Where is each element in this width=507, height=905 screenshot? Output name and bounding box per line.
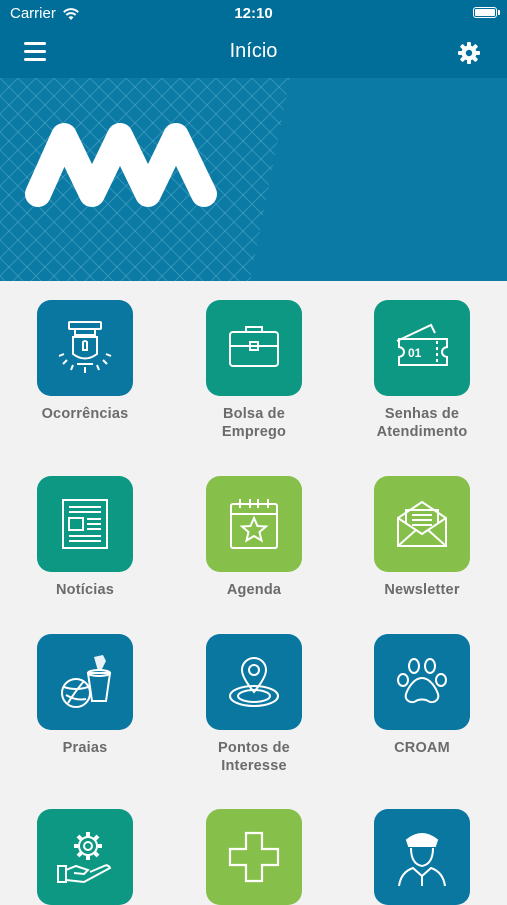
- municipality-logo: [25, 123, 217, 207]
- svg-text:01: 01: [408, 346, 422, 360]
- tile-label: Agenda: [226, 582, 282, 598]
- tile-croam[interactable]: CROAM: [338, 634, 506, 757]
- page-title: Início: [229, 40, 278, 62]
- tile-label: Notícias: [55, 582, 114, 598]
- menu-grid: Ocorrências Bolsa de Emprego 01 Senhas d…: [0, 281, 507, 905]
- gear-icon[interactable]: [457, 41, 481, 65]
- ticket-icon: 01: [396, 323, 448, 366]
- paw-icon: [397, 658, 447, 704]
- police-officer-icon: [398, 833, 446, 887]
- tile-health-box[interactable]: [206, 809, 302, 905]
- tile-pontos-interesse-box[interactable]: [206, 634, 302, 730]
- tile-ocorrencias-box[interactable]: [37, 300, 133, 396]
- tile-praias-box[interactable]: [37, 634, 133, 730]
- battery-icon: [473, 7, 500, 18]
- hero-banner: [0, 78, 507, 281]
- newspaper-icon: [62, 499, 108, 549]
- calendar-star-icon: [230, 499, 278, 549]
- tile-bolsa-emprego-box[interactable]: [206, 300, 302, 396]
- siren-icon: [58, 321, 112, 373]
- tile-label: CROAM: [394, 740, 450, 756]
- tile-police[interactable]: [338, 809, 506, 905]
- tile-health[interactable]: [170, 809, 338, 905]
- tile-newsletter[interactable]: Newsletter: [338, 476, 506, 599]
- nav-bar: Início: [0, 28, 507, 78]
- tile-noticias-box[interactable]: [37, 476, 133, 572]
- beach-bucket-icon: [61, 655, 112, 708]
- map-pin-icon: [229, 657, 279, 707]
- tile-pontos-interesse[interactable]: Pontos de Interesse: [170, 634, 338, 775]
- medical-cross-icon: [228, 831, 280, 883]
- hand-gear-icon: [57, 832, 112, 884]
- tile-services[interactable]: [1, 809, 169, 905]
- tile-newsletter-box[interactable]: [374, 476, 470, 572]
- tile-agenda[interactable]: Agenda: [170, 476, 338, 599]
- tile-label: Newsletter: [384, 582, 460, 598]
- tile-label: Bolsa de Emprego: [221, 406, 287, 440]
- tile-croam-box[interactable]: [374, 634, 470, 730]
- tile-label: Ocorrências: [41, 406, 129, 422]
- tile-senhas[interactable]: 01 Senhas de Atendimento: [338, 300, 506, 441]
- tile-bolsa-emprego[interactable]: Bolsa de Emprego: [170, 300, 338, 441]
- envelope-letter-icon: [397, 500, 447, 547]
- status-time: 12:10: [234, 5, 273, 22]
- status-bar: Carrier 12:10: [0, 0, 507, 28]
- tile-label: Senhas de Atendimento: [376, 406, 468, 440]
- tile-noticias[interactable]: Notícias: [1, 476, 169, 599]
- tile-ocorrencias[interactable]: Ocorrências: [1, 300, 169, 423]
- tile-label: Praias: [62, 740, 108, 756]
- briefcase-icon: [229, 326, 279, 367]
- tile-agenda-box[interactable]: [206, 476, 302, 572]
- tile-label: Pontos de Interesse: [218, 740, 290, 774]
- tile-senhas-box[interactable]: 01: [374, 300, 470, 396]
- tile-praias[interactable]: Praias: [1, 634, 169, 757]
- tile-services-box[interactable]: [37, 809, 133, 905]
- tile-police-box[interactable]: [374, 809, 470, 905]
